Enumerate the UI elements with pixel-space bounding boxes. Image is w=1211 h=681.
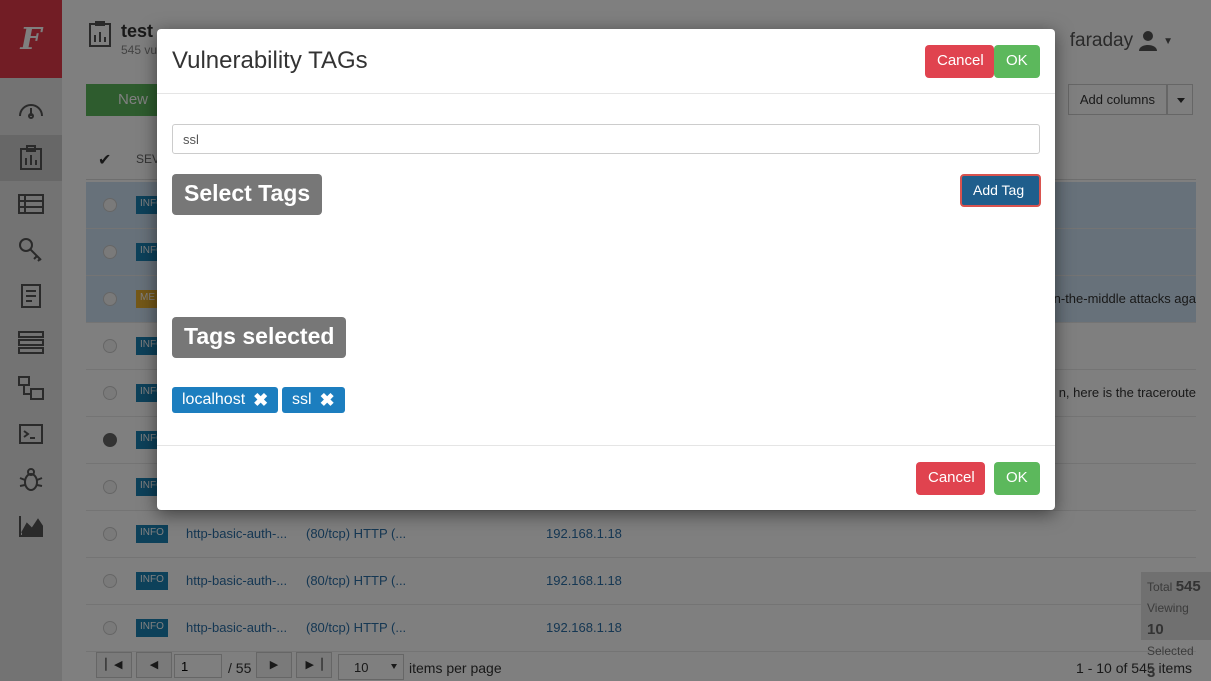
tags-selected-label: Tags selected [172, 317, 347, 358]
vulnerability-tags-modal: Vulnerability TAGs Cancel OK Select Tags… [157, 29, 1055, 510]
tag-search-input[interactable] [172, 124, 1040, 154]
header-ok-button[interactable]: OK [994, 45, 1040, 78]
remove-tag-icon[interactable]: ✖ [253, 390, 268, 411]
modal-header: Vulnerability TAGs Cancel OK [157, 29, 1055, 94]
modal-title: Vulnerability TAGs [172, 47, 368, 74]
footer-cancel-button[interactable]: Cancel [916, 462, 985, 495]
footer-ok-button[interactable]: OK [994, 462, 1040, 495]
header-cancel-button[interactable]: Cancel [925, 45, 994, 78]
select-tags-label: Select Tags [172, 174, 323, 215]
selected-tag[interactable]: ssl ✖ [282, 387, 345, 413]
selected-tag[interactable]: localhost ✖ [172, 387, 279, 413]
add-tag-button[interactable]: Add Tag [960, 174, 1041, 207]
remove-tag-icon[interactable]: ✖ [320, 390, 335, 411]
modal-footer: Cancel OK [157, 445, 1055, 510]
